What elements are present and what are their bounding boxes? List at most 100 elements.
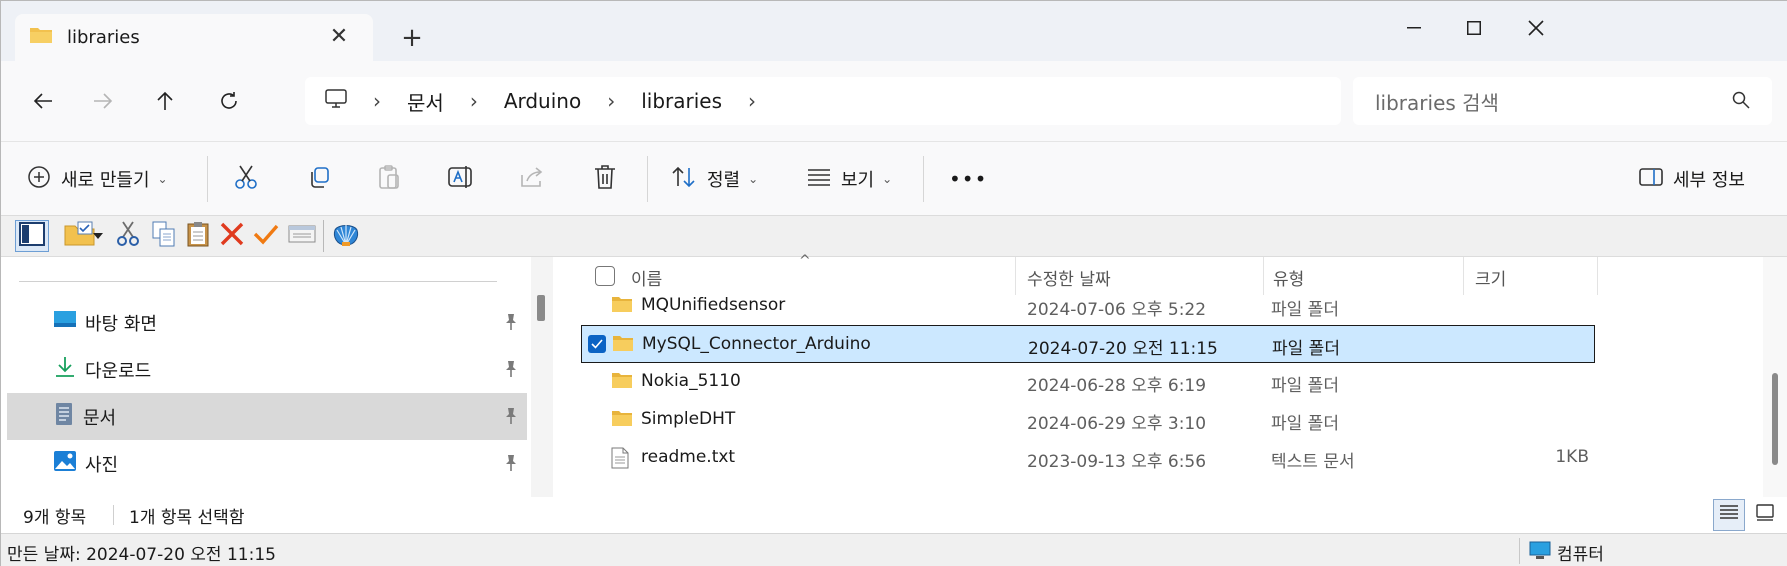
maximize-button[interactable] (1451, 11, 1497, 45)
folder-icon (611, 409, 633, 432)
dropdown-arrow-icon[interactable] (91, 220, 105, 252)
details-button[interactable]: 세부 정보 (1639, 160, 1745, 198)
file-type: 파일 폴더 (1271, 414, 1339, 434)
address-bar[interactable]: › 문서 › Arduino › libraries › (305, 77, 1341, 125)
details-pane-icon (1639, 167, 1663, 192)
nav-item-pictures[interactable]: 사진 (7, 440, 527, 487)
search-icon[interactable] (1732, 91, 1750, 114)
view-button[interactable]: 보기 ⌄ (807, 160, 892, 198)
column-divider[interactable] (1597, 257, 1598, 295)
table-row[interactable]: readme.txt 2023-09-13 오후 6:56 텍스트 문서 1KB (581, 439, 1595, 477)
large-icons-view-icon (1755, 503, 1775, 527)
paste-button[interactable] (377, 160, 401, 198)
file-list-scrollbar[interactable] (1763, 257, 1787, 497)
legacy-paste-button[interactable] (181, 220, 215, 252)
close-window-button[interactable] (1513, 11, 1559, 45)
copy-button[interactable] (307, 160, 331, 198)
desktop-icon (53, 310, 77, 335)
refresh-button[interactable] (209, 81, 249, 121)
download-icon (53, 356, 77, 383)
trash-icon (593, 164, 617, 195)
share-button[interactable] (519, 160, 545, 198)
chevron-down-icon: ⌄ (157, 172, 168, 186)
properties-card-icon (288, 223, 316, 250)
navigation-row: › 문서 › Arduino › libraries › libraries 검… (1, 61, 1787, 141)
file-type: 파일 폴더 (1271, 376, 1339, 396)
nav-item-downloads[interactable]: 다운로드 (7, 346, 527, 393)
legacy-shell-button[interactable] (329, 220, 363, 252)
legacy-copy-button[interactable] (147, 220, 181, 252)
title-bar: libraries ✕ + (1, 1, 1787, 61)
pin-icon[interactable] (503, 360, 519, 383)
more-options-button[interactable]: ••• (945, 160, 987, 198)
pin-icon[interactable] (503, 313, 519, 336)
chevron-right-icon[interactable]: › (470, 89, 478, 113)
divider (207, 156, 208, 202)
new-tab-button[interactable]: + (397, 23, 427, 53)
file-date: 2024-07-06 오후 5:22 (1027, 300, 1207, 320)
file-list: ^ 이름 수정한 날짜 유형 크기 MQUnifiedsensor 2024-0… (553, 253, 1763, 497)
copy-icon (152, 221, 176, 252)
legacy-delete-button[interactable] (215, 220, 249, 252)
rename-icon (447, 164, 475, 195)
up-button[interactable] (145, 81, 185, 121)
breadcrumb-libraries[interactable]: libraries (641, 89, 722, 113)
table-row-selected[interactable]: MySQL_Connector_Arduino 2024-07-20 오전 11… (581, 325, 1595, 363)
legacy-confirm-button[interactable] (249, 220, 283, 252)
file-date: 2024-07-20 오전 11:15 (1028, 339, 1218, 359)
close-tab-icon[interactable]: ✕ (327, 24, 351, 49)
legacy-status-bar: 만든 날짜: 2024-07-20 오전 11:15 컴퓨터 (1, 533, 1787, 566)
details-view-button[interactable] (1713, 499, 1745, 531)
search-input[interactable]: libraries 검색 (1353, 77, 1772, 125)
explorer-window: libraries ✕ + › 문서 › Arduino › libraries… (0, 0, 1787, 566)
legacy-cut-button[interactable] (111, 220, 145, 252)
minimize-button[interactable] (1391, 11, 1437, 45)
chevron-right-icon[interactable]: › (607, 89, 615, 113)
table-row[interactable]: SimpleDHT 2024-06-29 오후 3:10 파일 폴더 (581, 401, 1595, 439)
cut-button[interactable] (233, 160, 259, 198)
item-count: 9개 항목 (23, 508, 87, 528)
table-row[interactable]: Nokia_5110 2024-06-28 오후 6:19 파일 폴더 (581, 363, 1595, 401)
file-name: SimpleDHT (641, 409, 736, 429)
legacy-toolbar (1, 215, 1787, 257)
nav-pane-scrollbar[interactable] (531, 257, 553, 497)
table-row[interactable]: MQUnifiedsensor 2024-07-06 오후 5:22 파일 폴더 (581, 287, 1595, 325)
row-checkbox-checked[interactable] (588, 335, 606, 353)
nav-item-documents[interactable]: 문서 (7, 393, 527, 440)
pictures-icon (53, 450, 77, 477)
navigation-pane: 바탕 화면 다운로드 문서 사진 (1, 257, 531, 497)
legacy-properties-button[interactable] (285, 220, 319, 252)
chevron-right-icon[interactable]: › (373, 89, 381, 113)
nav-item-desktop[interactable]: 바탕 화면 (7, 299, 527, 346)
nav-label: 다운로드 (85, 360, 152, 382)
folder-icon (612, 334, 634, 357)
file-name: MQUnifiedsensor (641, 295, 786, 315)
breadcrumb-arduino[interactable]: Arduino (504, 89, 581, 113)
new-button[interactable]: 새로 만들기 ⌄ (27, 160, 168, 198)
back-button[interactable] (23, 81, 63, 121)
documents-icon (53, 402, 75, 431)
scissors-icon (233, 164, 259, 195)
forward-button[interactable] (83, 81, 123, 121)
scrollbar-thumb[interactable] (1772, 373, 1778, 465)
select-all-checkbox[interactable] (595, 266, 615, 286)
rename-button[interactable] (447, 160, 475, 198)
tiles-view-button[interactable] (1749, 499, 1781, 531)
search-placeholder: libraries 검색 (1375, 90, 1499, 115)
sort-caret-icon: ^ (799, 253, 811, 269)
pin-icon[interactable] (503, 407, 519, 430)
divider (113, 505, 114, 525)
breadcrumb-documents[interactable]: 문서 (407, 87, 444, 116)
scrollbar-thumb[interactable] (537, 295, 545, 321)
chevron-right-icon[interactable]: › (748, 89, 756, 113)
status-bar: 9개 항목 1개 항목 선택함 (1, 497, 1787, 533)
folder-icon (29, 25, 53, 50)
sort-button[interactable]: 정렬 ⌄ (671, 160, 758, 198)
file-date: 2024-06-29 오후 3:10 (1027, 414, 1207, 434)
tab-title: libraries (67, 27, 140, 48)
delete-button[interactable] (593, 160, 617, 198)
tab-libraries[interactable]: libraries ✕ (15, 14, 373, 61)
file-type: 파일 폴더 (1272, 339, 1340, 359)
layout-toggle-button[interactable] (15, 220, 49, 252)
pin-icon[interactable] (503, 454, 519, 477)
